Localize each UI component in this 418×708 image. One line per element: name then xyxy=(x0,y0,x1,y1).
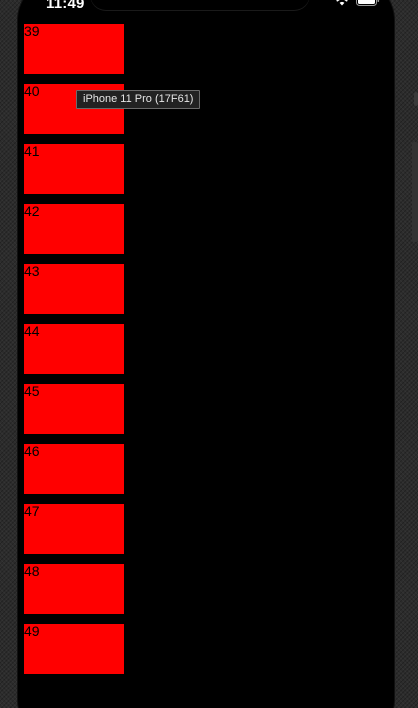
list-cell[interactable]: 47 xyxy=(24,504,124,554)
cell-list: 39 40 41 42 43 44 45 46 47 48 49 xyxy=(24,24,124,684)
cell-label: 48 xyxy=(24,563,40,579)
cell-label: 41 xyxy=(24,143,40,159)
notch xyxy=(90,0,310,10)
list-cell[interactable]: 39 xyxy=(24,24,124,74)
cell-label: 40 xyxy=(24,83,40,99)
status-time: 11:49 xyxy=(46,0,85,12)
cell-label: 44 xyxy=(24,323,40,339)
phone-screen: 11:49 39 40 41 42 43 44 45 46 47 48 49 xyxy=(18,0,394,708)
side-button xyxy=(414,92,418,106)
cell-label: 43 xyxy=(24,263,40,279)
cell-label: 45 xyxy=(24,383,40,399)
cell-label: 39 xyxy=(24,23,40,39)
list-cell[interactable]: 49 xyxy=(24,624,124,674)
list-cell[interactable]: 43 xyxy=(24,264,124,314)
cell-label: 46 xyxy=(24,443,40,459)
cell-label: 42 xyxy=(24,203,40,219)
list-cell[interactable]: 48 xyxy=(24,564,124,614)
wifi-icon xyxy=(334,0,350,6)
list-cell[interactable]: 42 xyxy=(24,204,124,254)
cell-label: 47 xyxy=(24,503,40,519)
status-icons xyxy=(334,0,380,6)
list-cell[interactable]: 41 xyxy=(24,144,124,194)
side-button xyxy=(412,142,418,242)
list-cell[interactable]: 45 xyxy=(24,384,124,434)
status-bar: 11:49 xyxy=(18,0,394,24)
device-tooltip: iPhone 11 Pro (17F61) xyxy=(76,90,201,109)
list-cell[interactable]: 44 xyxy=(24,324,124,374)
battery-icon xyxy=(356,0,380,6)
cell-label: 49 xyxy=(24,623,40,639)
list-cell[interactable]: 46 xyxy=(24,444,124,494)
